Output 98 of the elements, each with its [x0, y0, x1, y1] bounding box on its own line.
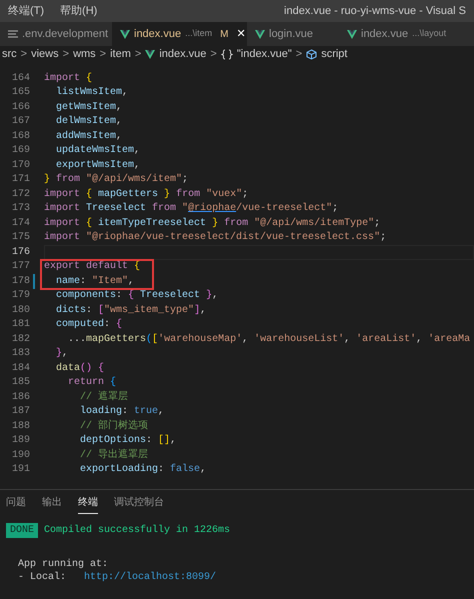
breadcrumb-separator: >: [62, 47, 70, 62]
vue-icon: [255, 30, 265, 38]
code-line: // 部门树选项: [79, 418, 148, 434]
code-line: return {: [67, 376, 116, 390]
breadcrumb-separator: >: [296, 47, 302, 62]
menu-item[interactable]: 终端(T): [8, 2, 44, 20]
menu-item[interactable]: 帮助(H): [60, 2, 98, 20]
breadcrumb-separator: >: [210, 47, 217, 62]
local-url-link[interactable]: http://localhost:8099/: [84, 572, 216, 583]
code-line: } from "@/api/wms/item";: [44, 172, 188, 188]
breadcrumb-separator: >: [134, 47, 142, 62]
line-number: 190: [10, 448, 31, 463]
code-line: getWmsItem,: [55, 100, 122, 115]
cube-icon: [306, 49, 318, 60]
panel-tab[interactable]: 调试控制台: [114, 492, 164, 514]
line-number: 187: [10, 405, 31, 420]
code-line: deptOptions: [],: [79, 434, 176, 448]
code-line: listWmsItem,: [55, 86, 128, 100]
line-number: 170: [10, 158, 31, 173]
line-number: 181: [10, 318, 31, 332]
line-number: 166: [10, 100, 31, 115]
code-line: exportWmsItem,: [55, 158, 140, 173]
line-number: 176: [10, 246, 31, 260]
code-line: ...mapGetters(['warehouseMap', 'warehouseList', 'areaList', 'areaMa: [67, 332, 470, 347]
code-line: import { itemTypeTreeselect } from "@/api/wms/itemType";: [44, 216, 380, 231]
code-line: // 导出遮罩层: [79, 448, 148, 463]
tab-label: index.vue: [361, 26, 408, 42]
editor-tab[interactable]: .env.development: [0, 22, 112, 46]
close-icon[interactable]: ✕: [236, 26, 246, 42]
code-line: delWmsItem,: [55, 114, 122, 130]
breadcrumb-item[interactable]: item: [110, 46, 131, 63]
vue-icon: [145, 50, 156, 59]
breadcrumb-item[interactable]: index.vue: [159, 46, 206, 63]
editor-tab[interactable]: index.vue ...\layout: [339, 22, 474, 46]
breadcrumb-separator: >: [20, 47, 28, 62]
line-number: 188: [10, 420, 31, 434]
line-number: 169: [10, 144, 31, 158]
terminal-line: App running at:: [17, 558, 110, 571]
breadcrumb-item[interactable]: "index.vue": [236, 46, 292, 63]
vue-icon: [347, 30, 357, 38]
line-number: 191: [10, 463, 31, 478]
tab-path: ...\item: [185, 27, 212, 40]
panel-tab[interactable]: 问题: [6, 492, 26, 514]
line-number: 189: [10, 434, 31, 448]
breadcrumb-item[interactable]: script: [321, 46, 348, 63]
line-number: 177: [10, 260, 31, 274]
code-line: name: "Item",: [55, 274, 134, 289]
code-line: import "@riophae/vue-treeselect/dist/vue-treeselect.css";: [44, 230, 386, 246]
line-number: 167: [10, 115, 31, 130]
vue-icon: [120, 30, 130, 38]
code-line: components: { Treeselect },: [55, 288, 218, 304]
code-line: loading: true,: [79, 404, 164, 420]
panel-tab[interactable]: 输出: [42, 492, 62, 514]
line-number: 175: [10, 231, 31, 246]
tab-label: .env.development: [22, 26, 108, 42]
terminal-line: - Local: http://localhost:8099/: [17, 571, 218, 584]
terminal-line: Compiled successfully in 1226ms: [44, 524, 230, 538]
panel-tab[interactable]: 终端: [78, 492, 98, 514]
breadcrumb-item[interactable]: views: [31, 46, 59, 63]
tab-label: login.vue: [269, 26, 314, 42]
tab-label: index.vue: [134, 26, 182, 42]
line-number: 179: [10, 289, 31, 304]
line-number: 171: [10, 173, 31, 188]
line-number: 173: [10, 202, 31, 216]
done-badge: DONE: [6, 522, 38, 538]
line-number: 186: [10, 390, 31, 405]
code-line: computed: {: [55, 318, 122, 332]
code-line: import {: [44, 72, 92, 86]
line-number: 168: [10, 130, 31, 144]
modified-letter: M: [220, 28, 228, 42]
line-number: 180: [10, 304, 31, 318]
code-line: export default {: [44, 260, 140, 274]
line-number: 178: [10, 274, 31, 289]
window-title: index.vue - ruo-yi-wms-vue - Visual S: [284, 4, 466, 19]
line-number: 172: [10, 188, 31, 202]
code-line: data() {: [55, 362, 104, 376]
line-number: 185: [10, 376, 31, 390]
breadcrumb-item[interactable]: wms: [73, 46, 96, 63]
editor-tab[interactable]: login.vue: [247, 22, 339, 46]
breadcrumb-separator: >: [100, 47, 106, 62]
line-number: 183: [10, 347, 31, 362]
line-number: 182: [10, 332, 31, 347]
line-number: 164: [10, 72, 31, 86]
code-line: updateWmsItem,: [55, 144, 140, 158]
code-line: },: [55, 346, 68, 362]
code-line: exportLoading: false,: [79, 462, 206, 478]
tab-path: ...\layout: [412, 27, 446, 40]
editor-tab[interactable]: index.vue ...\item M ✕: [112, 22, 247, 46]
code-line: addWmsItem,: [55, 130, 122, 144]
line-number: 165: [10, 86, 31, 100]
breadcrumb-item[interactable]: src: [2, 46, 17, 63]
code-line: dicts: ["wms_item_type"],: [55, 304, 206, 318]
braces-icon: [220, 49, 233, 60]
code-line: import { mapGetters } from "vuex";: [44, 188, 248, 202]
code-line: // 遮罩层: [79, 390, 128, 405]
line-number: 184: [10, 362, 31, 376]
line-number: 174: [10, 216, 31, 231]
lines-icon: [8, 30, 18, 38]
